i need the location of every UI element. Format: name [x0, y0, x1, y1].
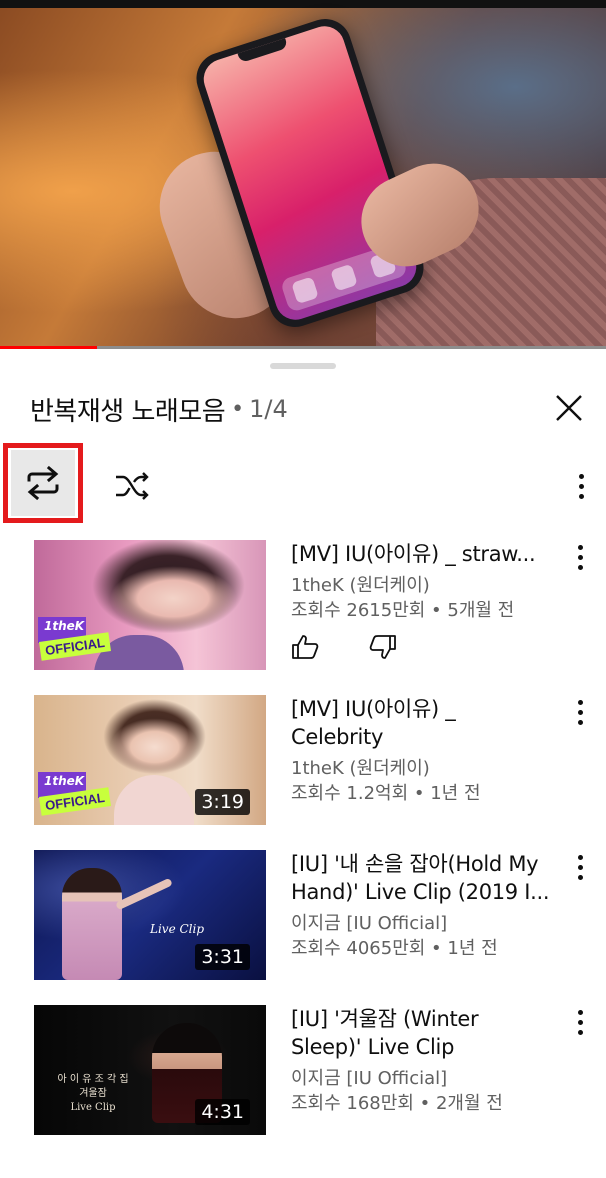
video-meta: 조회수 168만회 • 2개월 전	[291, 1093, 503, 1114]
close-icon	[556, 395, 582, 421]
dislike-button[interactable]	[369, 634, 399, 660]
video-info: [IU] '겨울잠 (Winter Sleep)' Live Clip 이지금 …	[291, 1005, 551, 1117]
channel-logo: 1theK OFFICIAL	[38, 617, 111, 661]
video-title[interactable]: [IU] '겨울잠 (Winter Sleep)' Live Clip	[291, 1005, 551, 1061]
video-thumbnail[interactable]: 아 이 유 조 각 집 겨울잠 Live Clip 4:31	[34, 1005, 266, 1135]
playlist-item[interactable]: 아 이 유 조 각 집 겨울잠 Live Clip 4:31 [IU] '겨울잠…	[0, 1005, 606, 1145]
video-meta: 조회수 1.2억회 • 1년 전	[291, 783, 481, 804]
channel-name: 이지금 [IU Official]	[291, 913, 448, 934]
channel-name: 이지금 [IU Official]	[291, 1068, 448, 1089]
rating-controls	[291, 634, 551, 660]
shuffle-button[interactable]	[110, 463, 156, 509]
video-thumbnail[interactable]: Live Clip 3:31	[34, 850, 266, 980]
thumb-up-icon	[292, 635, 319, 659]
video-meta: 조회수 4065만회 • 1년 전	[291, 938, 498, 959]
playlist-controls	[0, 441, 606, 531]
like-button[interactable]	[291, 634, 321, 660]
video-duration: 4:31	[195, 1099, 250, 1125]
playlist-item[interactable]: 1theK OFFICIAL 3:19 [MV] IU(아이유) _ Celeb…	[0, 695, 606, 835]
playlist-title: 반복재생 노래모음	[30, 396, 226, 427]
video-info: [IU] '내 손을 잡아(Hold My Hand)' Live Clip (…	[291, 850, 551, 962]
video-thumbnail[interactable]: 1theK OFFICIAL	[34, 540, 266, 670]
thumbnail-caption: 아 이 유 조 각 집 겨울잠 Live Clip	[57, 1074, 129, 1113]
video-player[interactable]	[0, 0, 606, 348]
shuffle-icon	[116, 472, 149, 500]
playlist-position: 1/4	[249, 395, 288, 423]
thumbnail-caption: Live Clip	[150, 922, 205, 936]
more-vertical-icon[interactable]	[566, 463, 596, 509]
loop-button[interactable]	[3, 443, 83, 523]
channel-logo: 1theK OFFICIAL	[38, 772, 111, 816]
video-meta: 조회수 2615만회 • 5개월 전	[291, 600, 515, 621]
channel-name: 1theK (원더케이)	[291, 758, 430, 779]
status-strip	[0, 0, 606, 8]
more-vertical-icon[interactable]	[566, 542, 594, 572]
video-info: [MV] IU(아이유) _ Celebrity 1theK (원더케이) 조회…	[291, 695, 551, 807]
repeat-icon	[27, 466, 59, 500]
video-title[interactable]: [MV] IU(아이유) _ Celebrity	[291, 695, 551, 751]
video-title[interactable]: [MV] IU(아이유) _ straw...	[291, 540, 551, 568]
playlist-item[interactable]: 1theK OFFICIAL [MV] IU(아이유) _ straw... 1…	[0, 540, 606, 680]
more-vertical-icon[interactable]	[566, 1007, 594, 1037]
channel-name: 1theK (원더케이)	[291, 575, 430, 596]
thumb-down-icon	[369, 635, 396, 659]
playlist-header: 반복재생 노래모음 • 1/4	[30, 389, 288, 429]
more-vertical-icon[interactable]	[566, 852, 594, 882]
drag-handle[interactable]	[270, 363, 336, 369]
video-duration: 3:19	[195, 789, 250, 815]
video-thumbnail[interactable]: 1theK OFFICIAL 3:19	[34, 695, 266, 825]
more-vertical-icon[interactable]	[566, 697, 594, 727]
title-separator: •	[231, 396, 245, 422]
video-title[interactable]: [IU] '내 손을 잡아(Hold My Hand)' Live Clip (…	[291, 850, 551, 906]
close-button[interactable]	[548, 387, 590, 429]
playlist-item[interactable]: Live Clip 3:31 [IU] '내 손을 잡아(Hold My Han…	[0, 850, 606, 990]
video-info: [MV] IU(아이유) _ straw... 1theK (원더케이) 조회수…	[291, 540, 551, 660]
video-duration: 3:31	[195, 944, 250, 970]
